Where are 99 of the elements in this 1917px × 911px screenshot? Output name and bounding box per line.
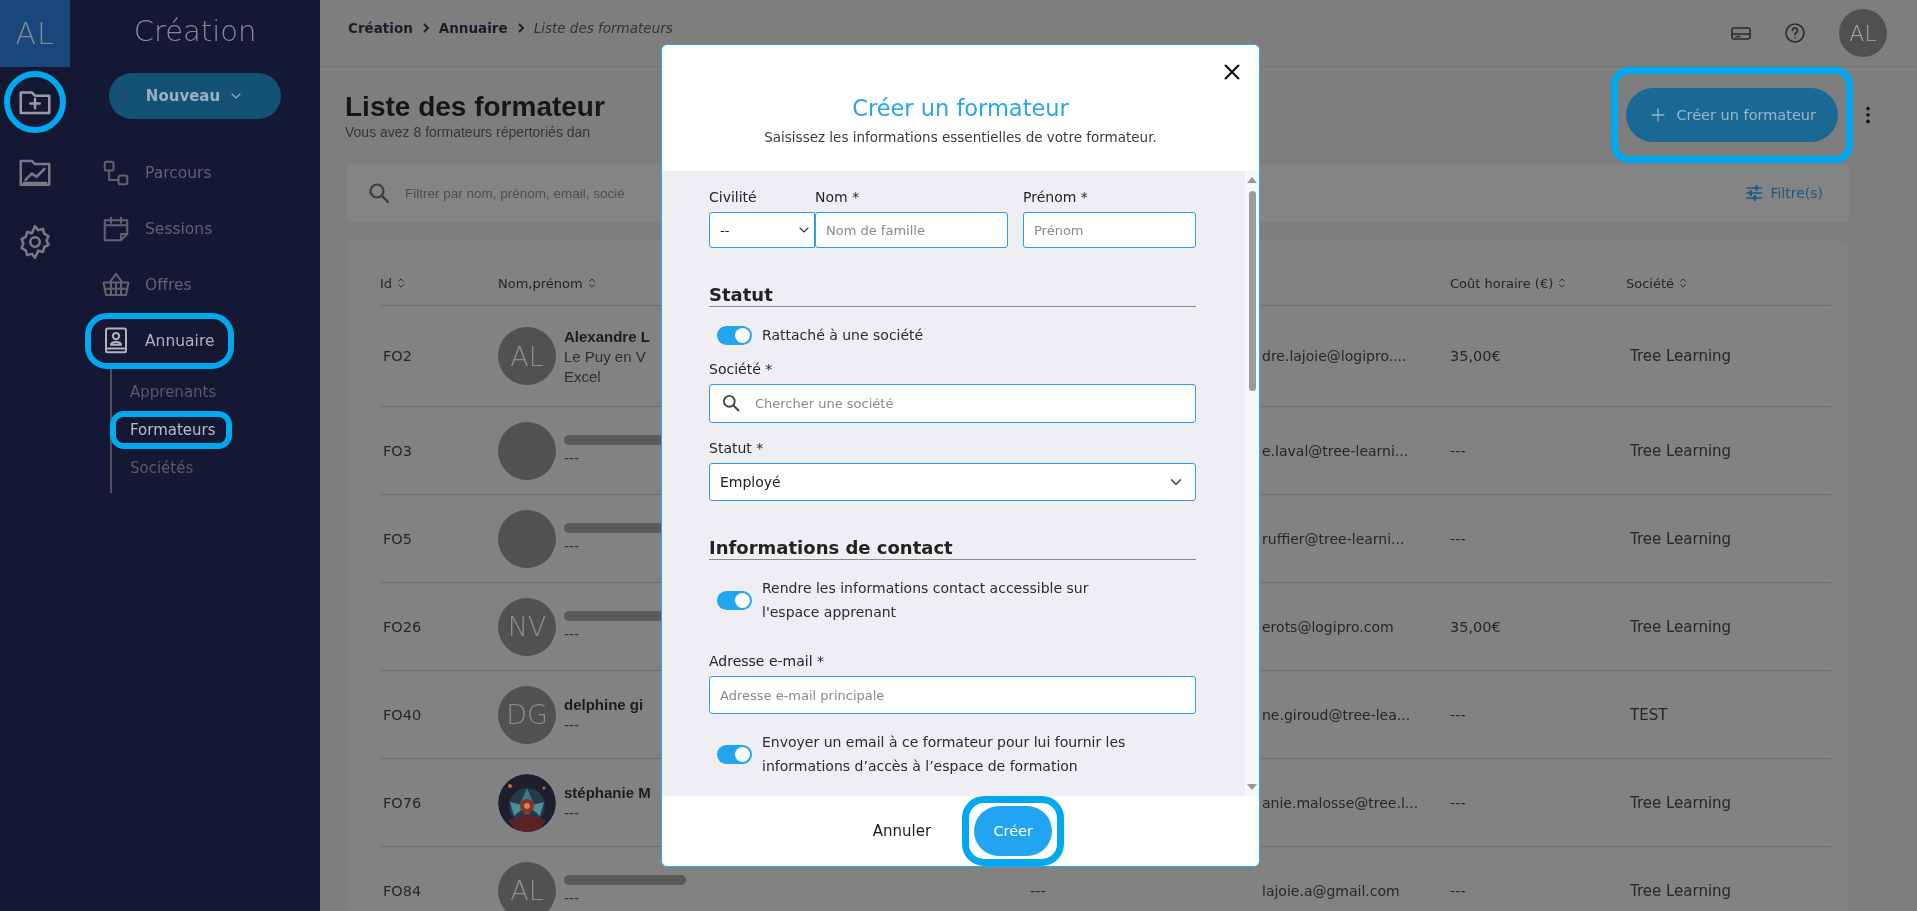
column-header[interactable]: Nom,prénom (498, 261, 599, 305)
table-cell-text: FO2 (382, 348, 413, 364)
field-label: Société * (709, 360, 774, 379)
scroll-up-icon[interactable] (1247, 177, 1257, 183)
select-field[interactable]: Employé (709, 463, 1196, 501)
field-label: Statut * (709, 439, 765, 458)
nav-item[interactable]: Sessions (91, 207, 227, 251)
nav-subitem[interactable]: Formateurs (116, 417, 226, 443)
column-header[interactable]: Coût horaire (€) (1450, 261, 1570, 305)
breadcrumb-item[interactable]: Création (348, 20, 413, 36)
table-cell: --- (1450, 794, 1466, 811)
toggle-label: Envoyer un email à ce formateur pour lui fournir les informations d’accès à l’espace de formation (762, 733, 1127, 776)
create-trainer-button[interactable]: Créer un formateur (1626, 88, 1838, 142)
breadcrumb-item[interactable]: Annuaire (438, 20, 508, 36)
table-cell: --- (1450, 442, 1466, 459)
table-cell: e.laval@tree-learni... (1262, 442, 1409, 459)
toggle-switch[interactable] (717, 590, 752, 610)
table-cell: --- (1450, 530, 1466, 547)
table-cell: Tree Learning (1630, 793, 1732, 812)
nav-item[interactable]: Annuaire (91, 319, 229, 363)
table-cell-text: --- (564, 449, 580, 466)
search-field[interactable]: Chercher une société (709, 384, 1196, 423)
nav-item[interactable]: Offres (91, 263, 206, 307)
table-cell: Tree Learning (1630, 441, 1732, 460)
nav-item[interactable]: Parcours (91, 151, 226, 195)
field-label: Adresse e-mail * (709, 652, 826, 671)
scroll-down-icon[interactable] (1247, 784, 1257, 790)
avatar: AL (498, 861, 556, 911)
avatar: AL (498, 327, 556, 385)
table-cell: lajoie.a@gmail.com (1262, 882, 1400, 899)
text-field[interactable]: Nom de famille (815, 212, 1008, 248)
chevron-icon (420, 23, 431, 33)
select-field[interactable]: -- (709, 212, 815, 248)
chevron-icon (515, 23, 526, 33)
table-cell-text: FO84 (382, 882, 423, 899)
table-cell-text: FO76 (382, 794, 423, 811)
table-cell: TEST (1630, 705, 1668, 724)
table-cell: erots@logipro.com (1262, 618, 1394, 635)
trainer-name: stéphanie M (564, 784, 651, 801)
new-button[interactable]: Nouveau (109, 73, 281, 119)
create-button[interactable]: Créer (974, 806, 1053, 856)
table-cell: ne.giroud@tree-lea... (1262, 706, 1411, 723)
scrollbar[interactable] (1245, 171, 1259, 796)
help-icon[interactable] (1783, 21, 1807, 45)
flow-icon (101, 158, 131, 188)
toggle-switch[interactable] (717, 744, 752, 764)
calendar-icon (101, 214, 131, 244)
avatar: NV (498, 597, 556, 656)
logo: AL (0, 0, 70, 67)
table-cell-text: --- (564, 537, 580, 554)
column-header[interactable]: Société (1626, 261, 1691, 305)
table-cell: Tree Learning (1630, 881, 1732, 900)
dialog-title: Créer un formateur (852, 95, 1069, 121)
trainer-name: Alexandre L (564, 327, 650, 345)
dialog-subtitle: Saisissez les informations essentielles de votre formateur. (764, 129, 1157, 145)
cancel-button[interactable]: Annuler (866, 814, 938, 848)
email-field[interactable]: Adresse e-mail principale (709, 676, 1196, 714)
trainer-name: delphine gi (564, 696, 644, 713)
table-cell: anie.malosse@tree.l... (1262, 794, 1419, 811)
column-header[interactable]: Id (380, 261, 409, 305)
table-cell-text: FO5 (382, 530, 413, 547)
user-avatar[interactable]: AL (1839, 9, 1887, 57)
avatar: DG (498, 685, 556, 744)
table-cell: dre.lajoie@logipro.... (1262, 348, 1407, 364)
section-title: Création (132, 13, 258, 50)
table-cell-text: FO40 (382, 706, 423, 723)
field-label: Nom * (815, 188, 861, 207)
table-cell: 35,00€ (1450, 348, 1501, 364)
text-field[interactable]: Prénom (1023, 212, 1196, 248)
table-cell-text: FO3 (382, 442, 413, 459)
table-cell-text: --- (564, 625, 580, 642)
search-icon (367, 181, 391, 205)
toggle-switch[interactable] (717, 325, 752, 345)
page-title: Liste des formateur (345, 90, 605, 123)
table-cell-text: --- (564, 716, 580, 733)
table-cell-text: FO26 (382, 618, 423, 635)
table-cell-text: Excel (564, 367, 602, 385)
page-subtitle: Vous avez 8 formateurs répertoriés dan (345, 123, 591, 140)
toggle-label: Rendre les informations contact accessible sur l'espace apprenant (762, 579, 1090, 622)
breadcrumb-item: Liste des formateurs (533, 20, 673, 36)
scroll-thumb[interactable] (1248, 191, 1256, 391)
table-cell: 35,00€ (1450, 618, 1501, 635)
sliders-icon (1744, 183, 1765, 203)
table-cell: Tree Learning (1630, 529, 1732, 548)
field-label: Civilité (709, 188, 758, 207)
table-cell-text: --- (564, 889, 580, 906)
table-cell: --- (1030, 882, 1046, 899)
table-cell: ruffier@tree-learni... (1262, 530, 1405, 547)
table-cell: Tree Learning (1630, 617, 1732, 636)
toggle-label: Rattaché à une société (762, 326, 924, 345)
search-icon (721, 393, 741, 413)
section-heading: Informations de contact (709, 537, 1196, 560)
table-cell: --- (1450, 706, 1466, 723)
table-cell: --- (1450, 882, 1466, 899)
table-cell: Tree Learning (1630, 347, 1732, 365)
section-heading: Statut (709, 284, 1196, 307)
table-cell-text: Le Puy en V (564, 347, 647, 365)
field-label: Prénom * (1023, 188, 1089, 207)
table-cell-text: --- (564, 804, 580, 821)
